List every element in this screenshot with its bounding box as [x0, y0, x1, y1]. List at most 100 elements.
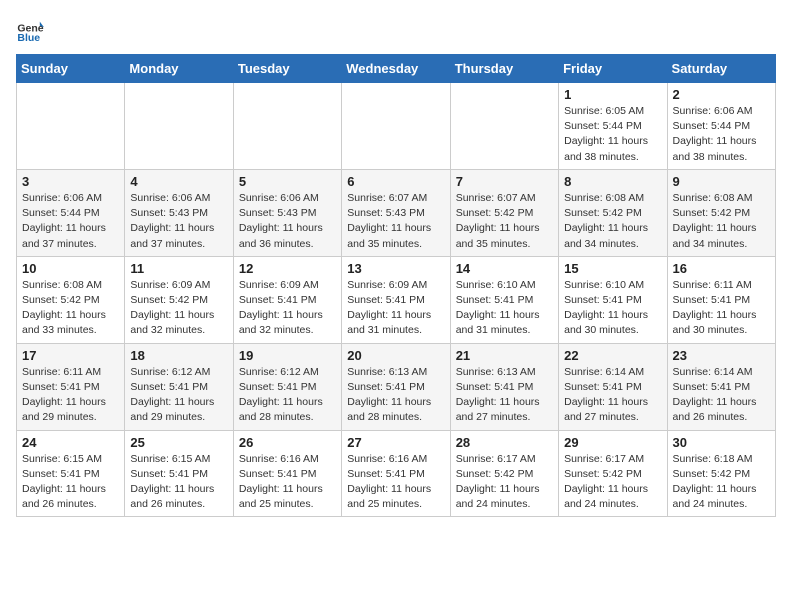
- calendar-cell: [125, 83, 233, 170]
- day-info: Sunrise: 6:05 AM Sunset: 5:44 PM Dayligh…: [564, 104, 661, 165]
- day-number: 2: [673, 87, 770, 102]
- day-info: Sunrise: 6:13 AM Sunset: 5:41 PM Dayligh…: [347, 365, 444, 426]
- logo: General Blue: [16, 16, 48, 44]
- day-number: 26: [239, 435, 336, 450]
- day-number: 11: [130, 261, 227, 276]
- calendar-cell: [233, 83, 341, 170]
- day-number: 10: [22, 261, 119, 276]
- day-number: 1: [564, 87, 661, 102]
- calendar-cell: 18 Sunrise: 6:12 AM Sunset: 5:41 PM Dayli…: [125, 343, 233, 430]
- calendar-cell: 24 Sunrise: 6:15 AM Sunset: 5:41 PM Dayli…: [17, 430, 125, 517]
- day-number: 6: [347, 174, 444, 189]
- calendar-cell: 16 Sunrise: 6:11 AM Sunset: 5:41 PM Dayli…: [667, 256, 775, 343]
- calendar-cell: 26 Sunrise: 6:16 AM Sunset: 5:41 PM Dayli…: [233, 430, 341, 517]
- day-info: Sunrise: 6:16 AM Sunset: 5:41 PM Dayligh…: [239, 452, 336, 513]
- day-number: 12: [239, 261, 336, 276]
- weekday-header-tuesday: Tuesday: [233, 55, 341, 83]
- day-number: 7: [456, 174, 553, 189]
- calendar-cell: 8 Sunrise: 6:08 AM Sunset: 5:42 PM Daylig…: [559, 169, 667, 256]
- calendar-cell: 20 Sunrise: 6:13 AM Sunset: 5:41 PM Dayli…: [342, 343, 450, 430]
- calendar-cell: 30 Sunrise: 6:18 AM Sunset: 5:42 PM Dayli…: [667, 430, 775, 517]
- day-number: 20: [347, 348, 444, 363]
- day-number: 15: [564, 261, 661, 276]
- day-info: Sunrise: 6:17 AM Sunset: 5:42 PM Dayligh…: [564, 452, 661, 513]
- calendar-cell: 23Sunrise: 6:14 AM Sunset: 5:41 PM Dayli…: [667, 343, 775, 430]
- day-number: 28: [456, 435, 553, 450]
- day-info: Sunrise: 6:07 AM Sunset: 5:43 PM Dayligh…: [347, 191, 444, 252]
- day-info: Sunrise: 6:08 AM Sunset: 5:42 PM Dayligh…: [564, 191, 661, 252]
- calendar-cell: 4 Sunrise: 6:06 AM Sunset: 5:43 PM Daylig…: [125, 169, 233, 256]
- day-info: Sunrise: 6:15 AM Sunset: 5:41 PM Dayligh…: [130, 452, 227, 513]
- calendar-body: 1 Sunrise: 6:05 AM Sunset: 5:44 PM Daylig…: [17, 83, 776, 517]
- day-number: 5: [239, 174, 336, 189]
- calendar-cell: [17, 83, 125, 170]
- day-info: Sunrise: 6:06 AM Sunset: 5:44 PM Dayligh…: [673, 104, 770, 165]
- week-row-0: 1 Sunrise: 6:05 AM Sunset: 5:44 PM Daylig…: [17, 83, 776, 170]
- calendar-cell: 29 Sunrise: 6:17 AM Sunset: 5:42 PM Dayli…: [559, 430, 667, 517]
- calendar-cell: 28 Sunrise: 6:17 AM Sunset: 5:42 PM Dayli…: [450, 430, 558, 517]
- day-number: 27: [347, 435, 444, 450]
- calendar-cell: 7 Sunrise: 6:07 AM Sunset: 5:42 PM Daylig…: [450, 169, 558, 256]
- day-info: Sunrise: 6:18 AM Sunset: 5:42 PM Dayligh…: [673, 452, 770, 513]
- calendar-cell: [450, 83, 558, 170]
- day-info: Sunrise: 6:17 AM Sunset: 5:42 PM Dayligh…: [456, 452, 553, 513]
- day-info: Sunrise: 6:16 AM Sunset: 5:41 PM Dayligh…: [347, 452, 444, 513]
- weekday-header-saturday: Saturday: [667, 55, 775, 83]
- day-info: Sunrise: 6:09 AM Sunset: 5:41 PM Dayligh…: [239, 278, 336, 339]
- day-number: 21: [456, 348, 553, 363]
- calendar-cell: 21Sunrise: 6:13 AM Sunset: 5:41 PM Dayli…: [450, 343, 558, 430]
- week-row-4: 24 Sunrise: 6:15 AM Sunset: 5:41 PM Dayli…: [17, 430, 776, 517]
- day-info: Sunrise: 6:08 AM Sunset: 5:42 PM Dayligh…: [22, 278, 119, 339]
- day-number: 16: [673, 261, 770, 276]
- day-info: Sunrise: 6:14 AM Sunset: 5:41 PM Dayligh…: [564, 365, 661, 426]
- weekday-header-friday: Friday: [559, 55, 667, 83]
- calendar-cell: 3Sunrise: 6:06 AM Sunset: 5:44 PM Daylig…: [17, 169, 125, 256]
- day-info: Sunrise: 6:06 AM Sunset: 5:43 PM Dayligh…: [130, 191, 227, 252]
- calendar-cell: 10 Sunrise: 6:08 AM Sunset: 5:42 PM Dayli…: [17, 256, 125, 343]
- weekday-header-row: SundayMondayTuesdayWednesdayThursdayFrid…: [17, 55, 776, 83]
- day-number: 13: [347, 261, 444, 276]
- svg-text:Blue: Blue: [17, 32, 40, 44]
- day-info: Sunrise: 6:09 AM Sunset: 5:42 PM Dayligh…: [130, 278, 227, 339]
- calendar-cell: 22 Sunrise: 6:14 AM Sunset: 5:41 PM Dayli…: [559, 343, 667, 430]
- calendar-cell: 27 Sunrise: 6:16 AM Sunset: 5:41 PM Dayli…: [342, 430, 450, 517]
- calendar-cell: 17Sunrise: 6:11 AM Sunset: 5:41 PM Dayli…: [17, 343, 125, 430]
- day-number: 19: [239, 348, 336, 363]
- day-number: 18: [130, 348, 227, 363]
- day-number: 25: [130, 435, 227, 450]
- day-info: Sunrise: 6:07 AM Sunset: 5:42 PM Dayligh…: [456, 191, 553, 252]
- weekday-header-thursday: Thursday: [450, 55, 558, 83]
- day-info: Sunrise: 6:10 AM Sunset: 5:41 PM Dayligh…: [456, 278, 553, 339]
- day-number: 4: [130, 174, 227, 189]
- day-info: Sunrise: 6:12 AM Sunset: 5:41 PM Dayligh…: [130, 365, 227, 426]
- day-number: 8: [564, 174, 661, 189]
- day-info: Sunrise: 6:12 AM Sunset: 5:41 PM Dayligh…: [239, 365, 336, 426]
- weekday-header-monday: Monday: [125, 55, 233, 83]
- calendar-cell: 11 Sunrise: 6:09 AM Sunset: 5:42 PM Dayli…: [125, 256, 233, 343]
- day-number: 22: [564, 348, 661, 363]
- calendar-cell: 14 Sunrise: 6:10 AM Sunset: 5:41 PM Dayli…: [450, 256, 558, 343]
- calendar-cell: 9 Sunrise: 6:08 AM Sunset: 5:42 PM Daylig…: [667, 169, 775, 256]
- calendar-cell: 25 Sunrise: 6:15 AM Sunset: 5:41 PM Dayli…: [125, 430, 233, 517]
- calendar-cell: 12 Sunrise: 6:09 AM Sunset: 5:41 PM Dayli…: [233, 256, 341, 343]
- day-number: 24: [22, 435, 119, 450]
- day-number: 30: [673, 435, 770, 450]
- weekday-header-wednesday: Wednesday: [342, 55, 450, 83]
- week-row-2: 10 Sunrise: 6:08 AM Sunset: 5:42 PM Dayli…: [17, 256, 776, 343]
- calendar-cell: 13Sunrise: 6:09 AM Sunset: 5:41 PM Dayli…: [342, 256, 450, 343]
- calendar-cell: 2 Sunrise: 6:06 AM Sunset: 5:44 PM Daylig…: [667, 83, 775, 170]
- day-info: Sunrise: 6:06 AM Sunset: 5:44 PM Dayligh…: [22, 191, 119, 252]
- calendar-table: SundayMondayTuesdayWednesdayThursdayFrid…: [16, 54, 776, 517]
- calendar-cell: 6 Sunrise: 6:07 AM Sunset: 5:43 PM Daylig…: [342, 169, 450, 256]
- day-number: 14: [456, 261, 553, 276]
- calendar-cell: 19 Sunrise: 6:12 AM Sunset: 5:41 PM Dayli…: [233, 343, 341, 430]
- calendar-cell: [342, 83, 450, 170]
- calendar-cell: 5Sunrise: 6:06 AM Sunset: 5:43 PM Daylig…: [233, 169, 341, 256]
- top-row: General Blue: [16, 16, 776, 48]
- day-info: Sunrise: 6:11 AM Sunset: 5:41 PM Dayligh…: [673, 278, 770, 339]
- day-info: Sunrise: 6:15 AM Sunset: 5:41 PM Dayligh…: [22, 452, 119, 513]
- day-number: 29: [564, 435, 661, 450]
- day-info: Sunrise: 6:08 AM Sunset: 5:42 PM Dayligh…: [673, 191, 770, 252]
- general-blue-logo-icon: General Blue: [16, 16, 44, 44]
- day-number: 9: [673, 174, 770, 189]
